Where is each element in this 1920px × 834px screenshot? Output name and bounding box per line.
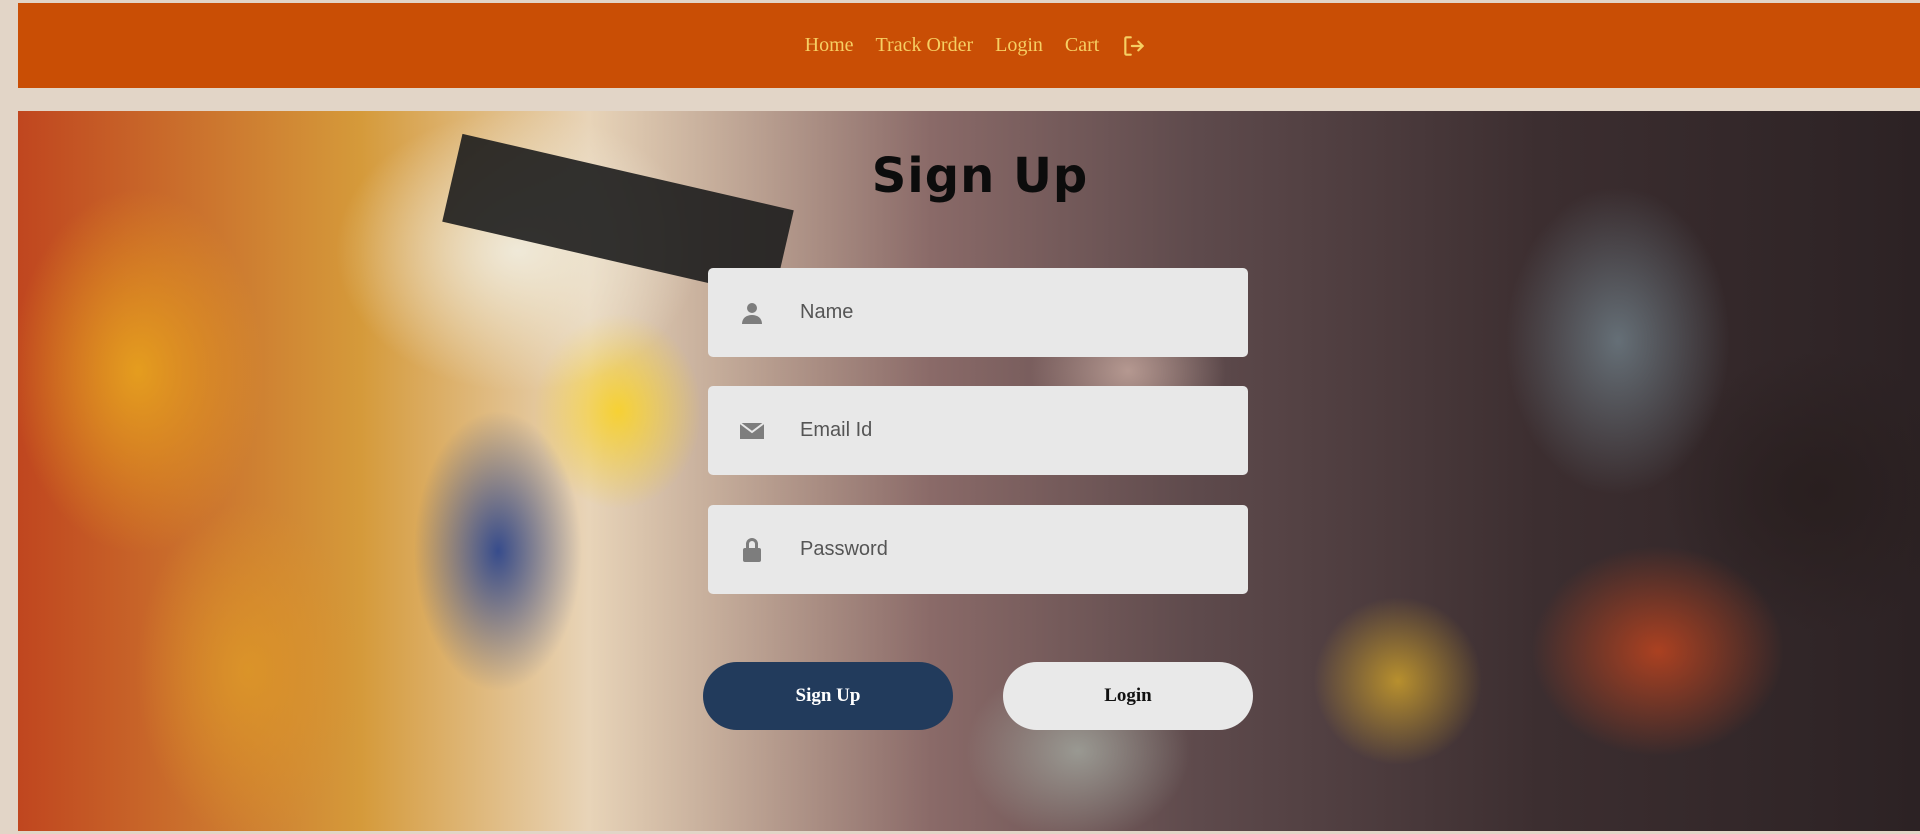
name-field xyxy=(708,268,1248,357)
envelope-icon xyxy=(739,418,765,444)
nav-links: Home Track Order Login Cart xyxy=(805,33,1148,59)
top-navbar: Home Track Order Login Cart xyxy=(18,3,1920,88)
password-field xyxy=(708,505,1248,594)
lock-icon xyxy=(739,537,765,563)
login-button[interactable]: Login xyxy=(1003,662,1253,730)
name-input[interactable] xyxy=(798,291,1248,334)
nav-home-link[interactable]: Home xyxy=(805,34,854,57)
nav-cart-link[interactable]: Cart xyxy=(1065,34,1099,57)
email-input[interactable] xyxy=(798,409,1248,452)
user-icon xyxy=(739,300,765,326)
signup-title: Sign Up xyxy=(871,148,1089,204)
signup-button[interactable]: Sign Up xyxy=(703,662,953,730)
nav-track-order-link[interactable]: Track Order xyxy=(876,34,974,57)
logout-icon[interactable] xyxy=(1121,33,1147,59)
password-input[interactable] xyxy=(798,528,1248,571)
email-field xyxy=(708,386,1248,475)
nav-login-link[interactable]: Login xyxy=(995,34,1043,57)
